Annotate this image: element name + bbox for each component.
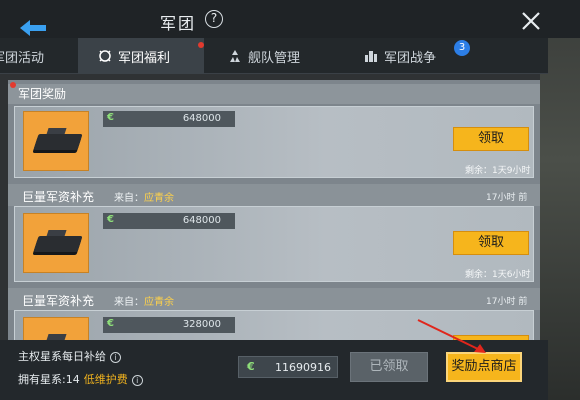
back-arrow-icon[interactable] xyxy=(20,20,46,36)
reward-amount: € 648000 xyxy=(103,111,235,127)
reward-amount: € 648000 xyxy=(103,213,235,229)
tab-label: 舰队管理 xyxy=(248,50,301,66)
tab-label: 军团活动 xyxy=(0,50,45,66)
claim-button[interactable]: 领取 xyxy=(453,231,529,255)
top-bar: 军团 ? xyxy=(0,0,580,38)
notification-dot xyxy=(10,82,16,88)
supply-crate-image xyxy=(23,111,89,171)
reward-card: € 648000 领取 剩余：1天6小时 xyxy=(14,206,534,282)
question-circle-icon[interactable]: ? xyxy=(205,10,223,28)
reward-panel: 军团奖励 € 648000 领取 剩余：1天9小时 巨量军资补充 来自：应青余 … xyxy=(8,80,540,340)
claimed-button[interactable]: 已领取 xyxy=(350,352,428,382)
annotation-arrow-icon xyxy=(417,319,486,353)
reward-amount: € 328000 xyxy=(103,317,235,333)
fleet-icon xyxy=(230,50,240,62)
section-title: 军团奖励 xyxy=(18,87,67,101)
supply-crate-image xyxy=(23,213,89,273)
tab-fleet[interactable]: 舰队管理 xyxy=(228,38,338,74)
time-ago: 17小时 前 xyxy=(486,297,528,307)
notification-dot xyxy=(198,42,204,48)
currency-icon: € xyxy=(107,112,114,123)
remaining-time: 剩余：1天9小时 xyxy=(465,166,531,176)
tab-label: 军团福利 xyxy=(118,50,171,66)
welfare-icon xyxy=(99,50,111,62)
info-icon[interactable]: i xyxy=(131,375,143,386)
currency-icon: € xyxy=(107,214,114,225)
time-ago: 17小时 前 xyxy=(486,193,528,203)
claim-button[interactable]: 领取 xyxy=(453,127,529,151)
info-icon[interactable]: i xyxy=(110,352,121,363)
tab-welfare[interactable]: 军团福利 xyxy=(78,38,204,74)
daily-supply-label: 主权星系每日补给 i xyxy=(18,348,121,364)
remaining-time: 剩余：1天6小时 xyxy=(465,270,531,280)
tab-label: 军团战争 xyxy=(384,50,437,66)
section-header: 军团奖励 xyxy=(8,84,540,104)
supply-crate-image xyxy=(23,317,89,340)
total-currency: € 11690916 xyxy=(238,356,338,378)
owned-systems: 拥有星系:14 低维护费 i xyxy=(18,371,143,387)
card-title: 巨量军资补充 xyxy=(22,294,95,308)
reward-card: € 648000 领取 剩余：1天9小时 xyxy=(14,106,534,178)
card-title: 巨量军资补充 xyxy=(22,190,95,204)
reward-shop-button[interactable]: 奖励点商店 xyxy=(446,352,522,382)
currency-icon: € xyxy=(107,318,114,329)
tab-activity[interactable]: 军团活动 xyxy=(0,38,78,74)
currency-icon: € xyxy=(247,360,255,373)
close-icon[interactable] xyxy=(520,10,542,32)
sender: 来自：应青余 xyxy=(114,193,174,204)
war-icon xyxy=(365,51,377,62)
sender: 来自：应青余 xyxy=(114,297,174,308)
war-badge: 3 xyxy=(454,40,470,56)
page-title: 军团 xyxy=(160,14,197,33)
